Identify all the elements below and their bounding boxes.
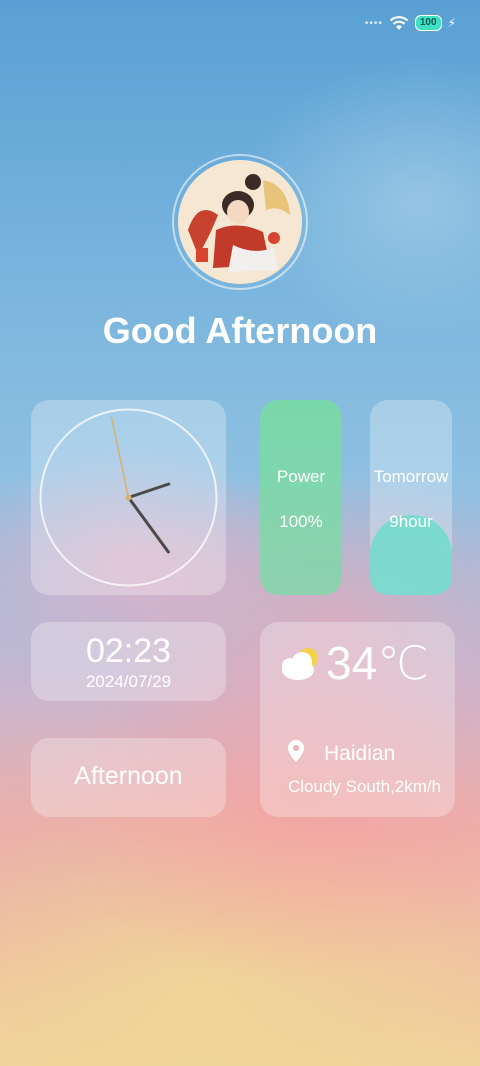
partly-cloudy-icon (282, 648, 318, 680)
analog-clock (39, 408, 218, 587)
wifi-icon (389, 16, 409, 30)
tomorrow-label: Tomorrow (373, 467, 449, 486)
power-card[interactable]: Power 100% (260, 400, 342, 595)
hour-hand (127, 482, 171, 499)
power-label: Power (276, 467, 326, 486)
weather-card[interactable]: 34℃ Haidian Cloudy South,2km/h (260, 622, 455, 817)
location-name: Haidian (324, 742, 396, 765)
clock-center (125, 494, 132, 501)
signal-dots-icon: •••• (364, 17, 383, 29)
tomorrow-value: 9hour (389, 512, 433, 531)
location-pin-icon (288, 740, 304, 762)
status-bar: •••• 100 ⚡ (365, 12, 456, 34)
avatar[interactable] (178, 160, 302, 284)
weather-description: Cloudy South,2km/h (288, 777, 442, 796)
digital-time: 02:23 (85, 632, 172, 670)
date-text: 2024/07/29 (85, 672, 172, 691)
temperature: 34℃ (326, 637, 429, 689)
digital-time-card[interactable]: 02:23 2024/07/29 (31, 622, 226, 701)
minute-hand (127, 496, 170, 554)
second-hand (110, 416, 130, 498)
period-card[interactable]: Afternoon (31, 738, 226, 817)
period-label: Afternoon (74, 762, 183, 790)
battery-icon: 100 (414, 15, 442, 31)
avatar-illustration (178, 160, 302, 284)
charging-bolt-icon: ⚡ (447, 16, 456, 30)
power-value: 100% (279, 512, 323, 531)
tomorrow-card[interactable]: Tomorrow 9hour (370, 400, 452, 595)
greeting-title: Good Afternoon (102, 310, 378, 351)
analog-clock-card[interactable] (31, 400, 226, 595)
